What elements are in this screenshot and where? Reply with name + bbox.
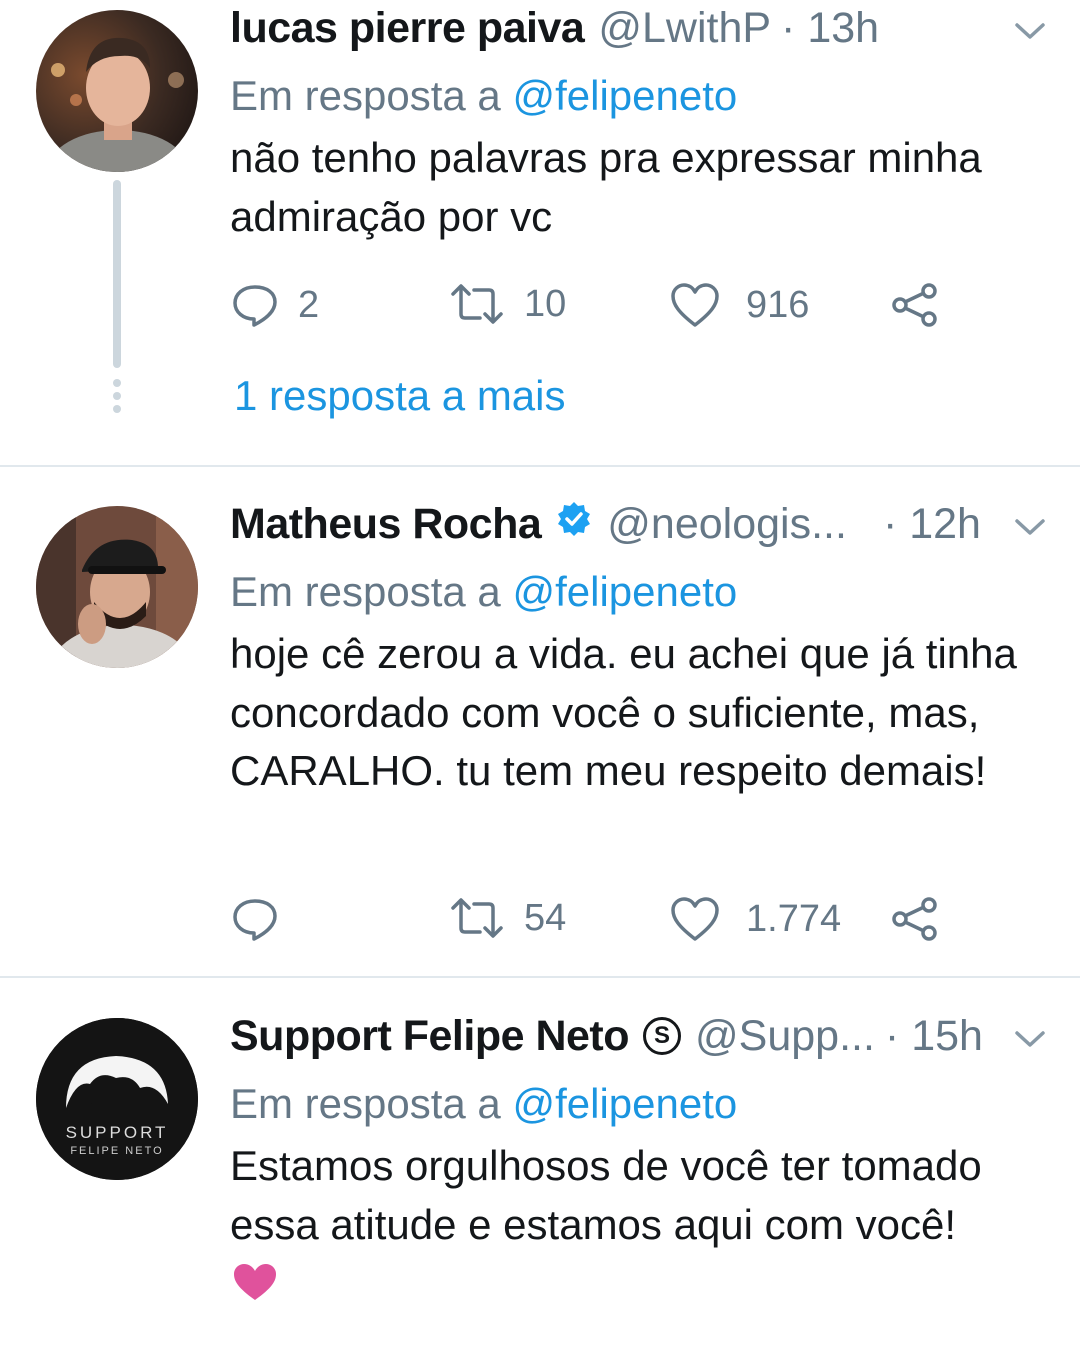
tweet-text: hoje cê zerou a vida. eu achei que já ti…	[230, 630, 1017, 794]
avatar[interactable]	[36, 506, 198, 668]
reply-icon	[233, 285, 277, 327]
share-icon	[892, 283, 937, 327]
thread-dot	[113, 392, 121, 400]
reply-context: Em resposta a @felipeneto	[230, 568, 737, 616]
author-handle[interactable]: @neologis...	[607, 500, 847, 549]
thread-dot	[113, 405, 121, 413]
reply-prefix: Em resposta a	[230, 72, 501, 119]
tweet-time: · 15h	[884, 1011, 983, 1060]
tweet-1[interactable]: lucas pierre paiva @LwithP · 13h Em resp…	[0, 0, 1080, 466]
retweet-count: 10	[524, 282, 567, 325]
share-button[interactable]	[890, 282, 940, 328]
author-handle[interactable]: @Supp...	[695, 1012, 875, 1061]
reply-mention[interactable]: @felipeneto	[512, 72, 737, 119]
reply-prefix: Em resposta a	[230, 568, 501, 615]
reply-context: Em resposta a @felipeneto	[230, 72, 737, 120]
retweet-icon	[451, 898, 503, 938]
chevron-down-icon[interactable]	[1013, 516, 1047, 538]
avatar-text: SUPPORT	[66, 1123, 169, 1142]
more-replies-link[interactable]: 1 resposta a mais	[234, 372, 566, 420]
avatar[interactable]: SUPPORT FELIPE NETO	[36, 1018, 198, 1180]
like-icon	[671, 283, 719, 327]
retweet-button[interactable]: 54	[450, 896, 566, 940]
verified-icon	[555, 500, 593, 549]
retweet-icon	[451, 284, 503, 324]
tweet-text: não tenho palavras pra expressar minha a…	[230, 134, 982, 240]
tweet-3[interactable]: SUPPORT FELIPE NETO Support Felipe Neto …	[0, 1008, 1080, 1363]
chevron-down-icon[interactable]	[1013, 1028, 1047, 1050]
s-badge-icon: S	[643, 1017, 681, 1055]
avatar-subtext: FELIPE NETO	[70, 1145, 163, 1157]
retweet-button[interactable]: 10	[450, 282, 566, 326]
reply-button[interactable]: 2	[232, 282, 319, 328]
author-name[interactable]: Support Felipe Neto	[230, 1012, 630, 1061]
like-icon	[671, 897, 719, 941]
reply-count: 2	[298, 283, 320, 326]
reply-mention[interactable]: @felipeneto	[512, 1080, 737, 1127]
chevron-down-icon[interactable]	[1013, 20, 1047, 42]
thread-line	[113, 180, 121, 368]
share-button[interactable]	[890, 896, 940, 942]
thread-dot	[113, 379, 121, 387]
reply-context: Em resposta a @felipeneto	[230, 1080, 737, 1128]
author-name[interactable]: lucas pierre paiva	[230, 4, 585, 53]
author-name[interactable]: Matheus Rocha	[230, 500, 542, 549]
reply-prefix: Em resposta a	[230, 1080, 501, 1127]
tweet-text: Estamos orgulhosos de você ter tomado es…	[230, 1142, 982, 1248]
divider	[0, 976, 1080, 978]
tweet-2[interactable]: Matheus Rocha @neologis... · 12h Em resp…	[0, 496, 1080, 976]
heart-emoji	[234, 1264, 276, 1300]
like-count: 916	[746, 283, 810, 326]
reply-button[interactable]	[232, 896, 298, 942]
tweet-time: · 13h	[781, 3, 880, 52]
reply-mention[interactable]: @felipeneto	[512, 568, 737, 615]
like-button[interactable]: 916	[670, 282, 809, 328]
avatar[interactable]	[36, 10, 198, 172]
author-handle[interactable]: @LwithP	[598, 4, 771, 53]
like-count: 1.774	[746, 897, 842, 940]
like-button[interactable]: 1.774	[670, 896, 841, 942]
divider	[0, 465, 1080, 467]
retweet-count: 54	[524, 896, 567, 939]
reply-icon	[233, 899, 277, 941]
tweet-time: · 12h	[882, 499, 981, 548]
share-icon	[892, 897, 937, 941]
